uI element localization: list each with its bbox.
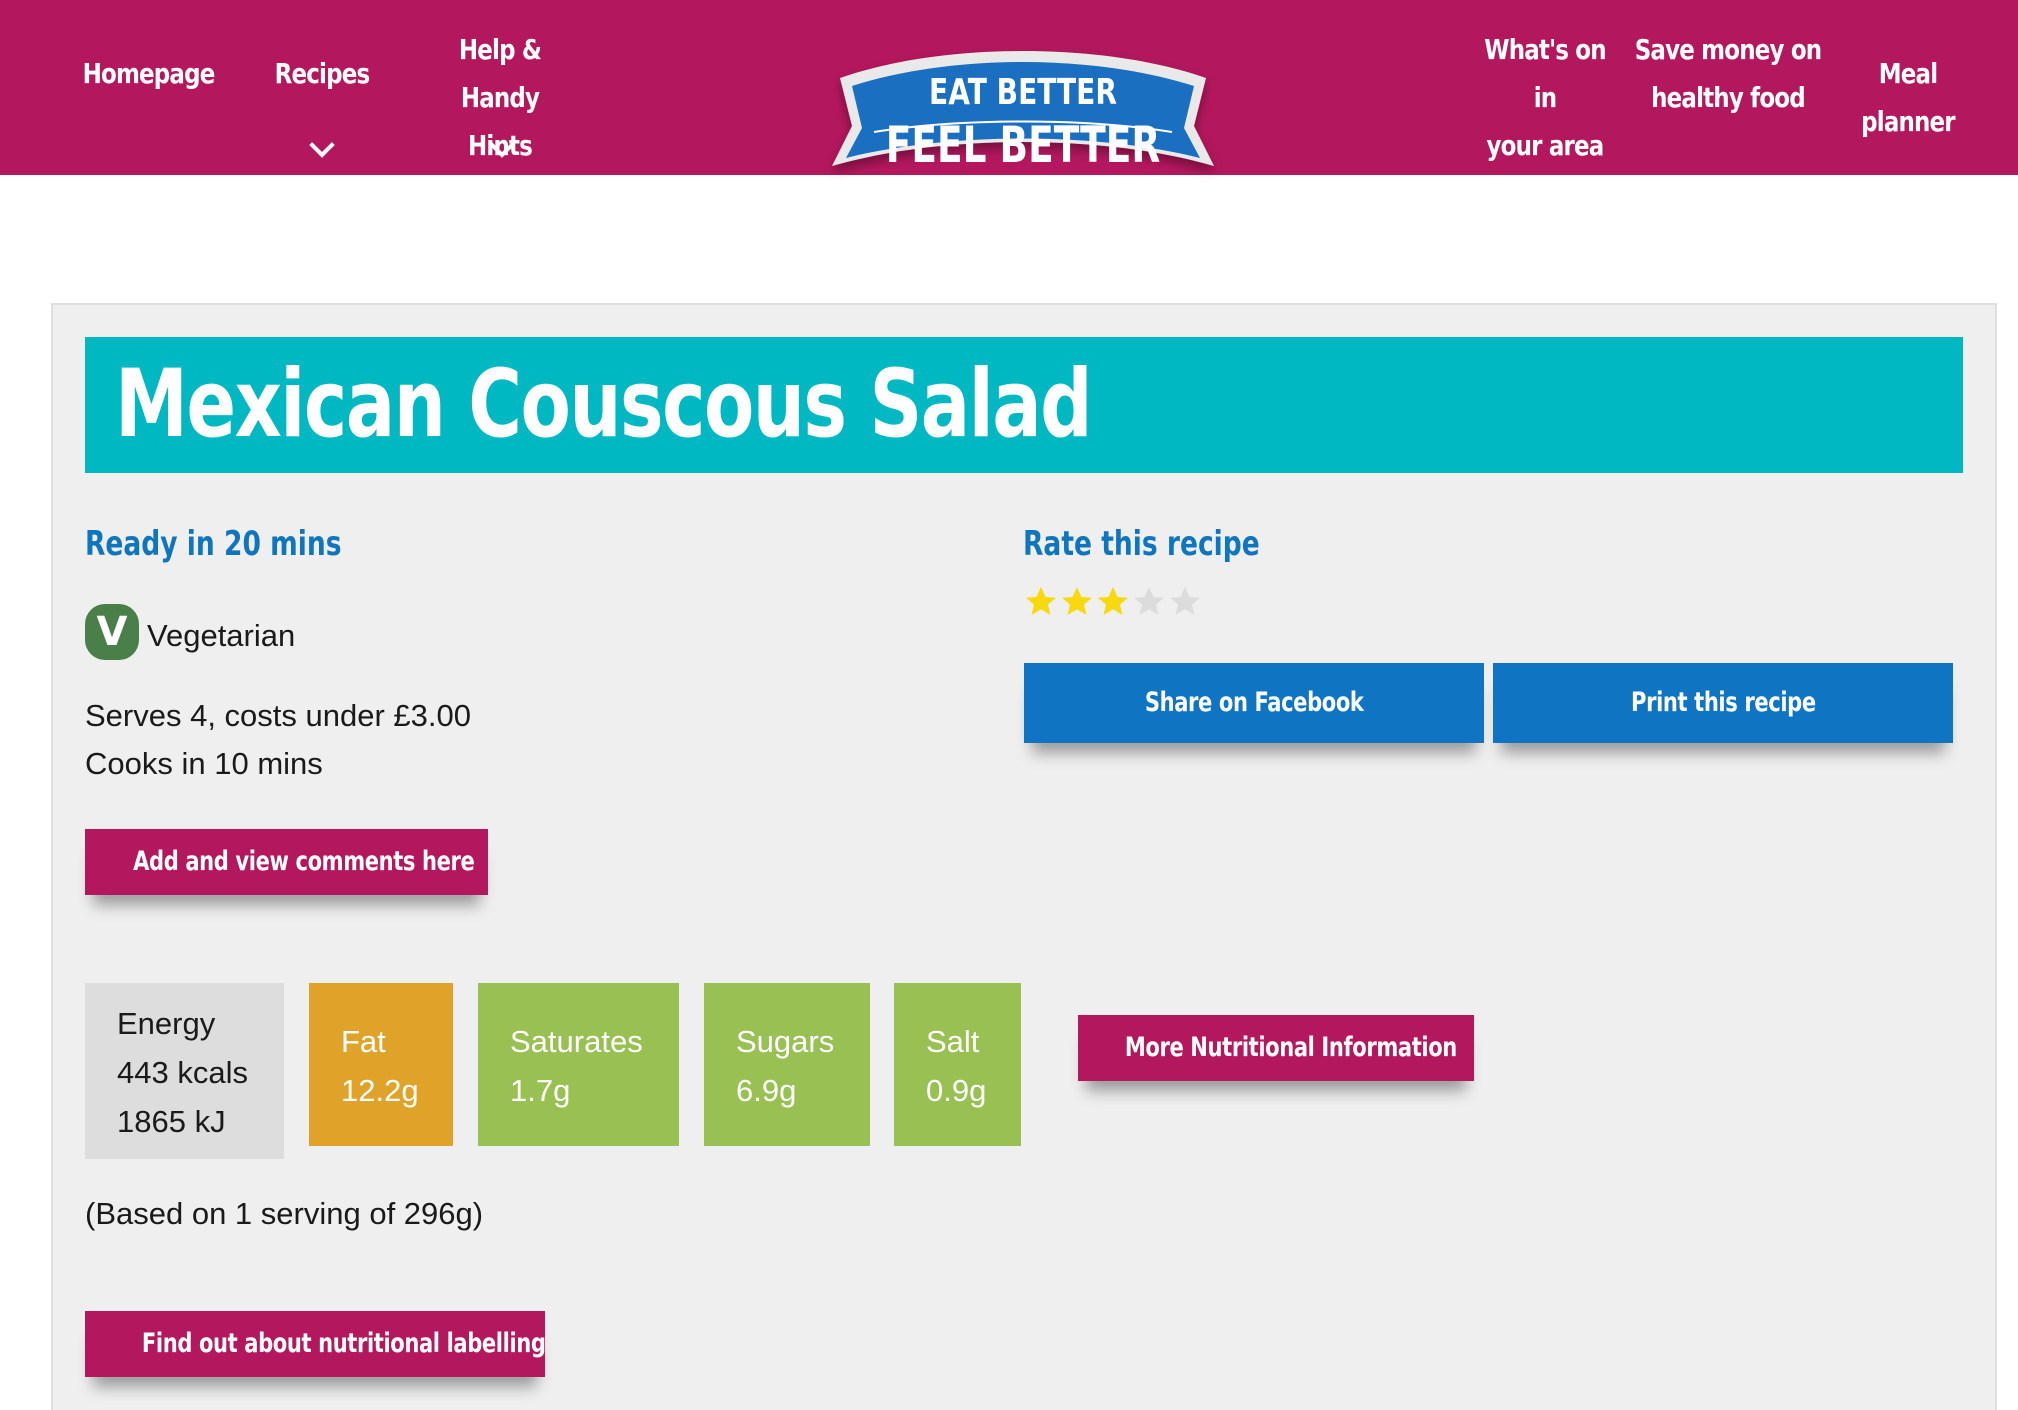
recipe-title: Mexican Couscous Salad — [115, 350, 1093, 459]
nav-whats-on-label-line1: What's on in — [1484, 33, 1606, 114]
nutrition-energy: Energy 443 kcals 1865 kJ — [85, 983, 284, 1159]
nutritional-labelling-button[interactable]: Find out about nutritional labelling — [85, 1311, 546, 1377]
fat-value: 12.2g — [341, 1073, 419, 1108]
star-icon[interactable] — [1168, 585, 1202, 619]
nav-homepage-label: Homepage — [82, 57, 216, 90]
nutrition-sugars: Sugars 6.9g — [704, 983, 870, 1146]
serves-cost: Serves 4, costs under £3.00 — [85, 698, 472, 733]
nav-whats-on[interactable]: What's on in your area — [1475, 26, 1614, 170]
more-nutrition-button[interactable]: More Nutritional Information — [1078, 1015, 1474, 1081]
saturates-value: 1.7g — [510, 1073, 571, 1108]
energy-kcal: 443 kcals — [117, 1055, 248, 1090]
nav-save-money-label-line2: healthy food — [1651, 81, 1806, 114]
energy-kj: 1865 kJ — [117, 1104, 226, 1139]
saturates-label: Saturates — [510, 1024, 643, 1059]
logo-line1: EAT BETTER — [929, 71, 1117, 113]
fat-label: Fat — [341, 1024, 386, 1059]
nav-whats-on-label-line2: your area — [1486, 129, 1605, 162]
nutrition-salt: Salt 0.9g — [894, 983, 1021, 1146]
nav-recipes-label: Recipes — [274, 57, 370, 90]
comments-button[interactable]: Add and view comments here — [85, 829, 488, 895]
nav-meal-planner[interactable]: Meal planner — [1834, 50, 1982, 146]
share-facebook-label: Share on Facebook — [1144, 687, 1364, 718]
nutrition-saturates: Saturates 1.7g — [478, 983, 679, 1146]
print-recipe-label: Print this recipe — [1630, 687, 1816, 718]
nav-homepage[interactable]: Homepage — [82, 50, 216, 98]
star-icon[interactable] — [1096, 585, 1130, 619]
ready-in-time: Ready in 20 mins — [85, 524, 342, 564]
share-facebook-button[interactable]: Share on Facebook — [1024, 663, 1484, 743]
serving-note: (Based on 1 serving of 296g) — [85, 1196, 484, 1231]
cook-time: Cooks in 10 mins — [85, 746, 323, 781]
nutritional-labelling-label: Find out about nutritional labelling — [141, 1328, 546, 1359]
nav-save-money-label-line1: Save money on — [1634, 33, 1822, 66]
sugars-value: 6.9g — [736, 1073, 797, 1108]
star-icon[interactable] — [1060, 585, 1094, 619]
nutrition-fat: Fat 12.2g — [309, 983, 453, 1146]
recipe-title-bar: Mexican Couscous Salad — [85, 337, 1963, 473]
salt-label: Salt — [926, 1024, 980, 1059]
comments-button-label: Add and view comments here — [133, 846, 475, 877]
eat-better-feel-better-logo[interactable]: EAT BETTER FEEL BETTER — [822, 48, 1224, 210]
more-nutrition-label: More Nutritional Information — [1124, 1032, 1457, 1063]
nav-help-hints-label-line1: Help & Handy — [458, 33, 542, 114]
sugars-label: Sugars — [736, 1024, 835, 1059]
nav-meal-planner-label: Meal planner — [1861, 57, 1955, 138]
rate-recipe-heading: Rate this recipe — [1023, 524, 1260, 564]
print-recipe-button[interactable]: Print this recipe — [1493, 663, 1953, 743]
star-icon[interactable] — [1024, 585, 1058, 619]
salt-value: 0.9g — [926, 1073, 987, 1108]
star-icon[interactable] — [1132, 585, 1166, 619]
vegetarian-label: Vegetarian — [147, 618, 296, 653]
energy-label: Energy — [117, 1006, 216, 1041]
star-rating[interactable] — [1024, 585, 1202, 619]
nav-save-money[interactable]: Save money on healthy food — [1633, 26, 1823, 122]
logo-line2: FEEL BETTER — [886, 117, 1160, 175]
vegetarian-icon: V — [85, 604, 139, 660]
